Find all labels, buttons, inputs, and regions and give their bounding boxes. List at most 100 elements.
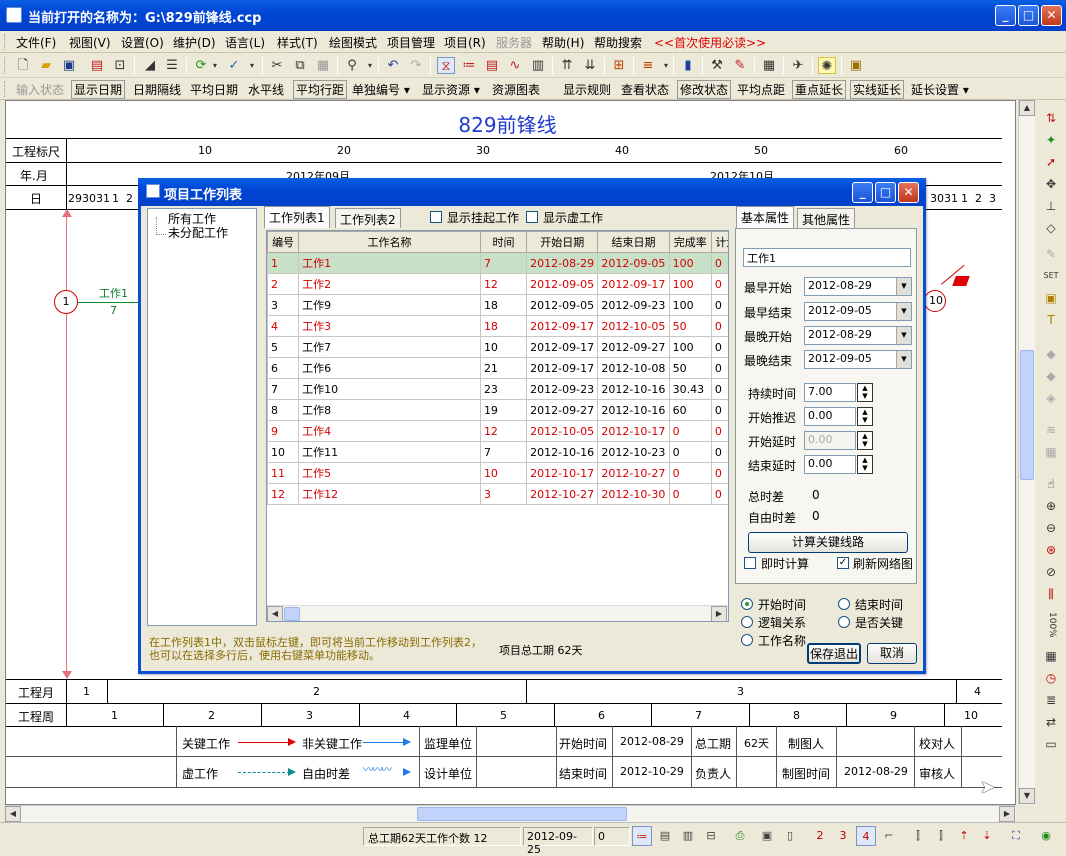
scroll-down-icon[interactable]: ▼ bbox=[1019, 788, 1035, 804]
view-table-icon[interactable]: ▥ bbox=[678, 826, 698, 846]
check-dropdown-icon[interactable]: ▾ bbox=[243, 57, 261, 74]
dialog-maximize-button[interactable]: □ bbox=[875, 182, 896, 203]
panel-icon[interactable]: ▭ bbox=[1040, 734, 1062, 754]
menu-server[interactable]: 服务器 bbox=[496, 34, 532, 51]
table-row[interactable]: 5 工作7 10 2012-09-17 2012-09-27 100 0 bbox=[267, 336, 728, 358]
btn-date-gridline[interactable]: 日期隔线 bbox=[133, 81, 181, 98]
table-row[interactable]: 7 工作10 23 2012-09-23 2012-10-16 30.43 0 bbox=[267, 378, 728, 400]
minimize-button[interactable]: _ bbox=[995, 5, 1016, 26]
tab-basic-props[interactable]: 基本属性 bbox=[736, 206, 795, 228]
scroll-left-icon[interactable]: ◀ bbox=[5, 806, 21, 822]
table-row[interactable]: 2 工作2 12 2012-09-05 2012-09-17 100 0 bbox=[267, 273, 728, 295]
align-down-icon[interactable]: ⇊ bbox=[581, 57, 599, 74]
curve-view-icon[interactable]: ∿ bbox=[506, 57, 524, 74]
baseline-icon[interactable]: ⌐ bbox=[879, 826, 899, 846]
library-icon[interactable]: ▮ bbox=[679, 57, 697, 74]
dur-field[interactable]: 7.00 bbox=[804, 383, 856, 402]
table-row[interactable]: 4 工作3 18 2012-09-17 2012-10-05 50 0 bbox=[267, 315, 728, 337]
redo-icon[interactable]: ↷ bbox=[407, 57, 425, 74]
list-icon[interactable]: ≣ bbox=[1040, 690, 1062, 710]
table-row[interactable]: 10 工作11 7 2012-10-16 2012-10-23 0 0 bbox=[267, 441, 728, 463]
menu-maintain[interactable]: 维护(D) bbox=[173, 34, 216, 51]
fullscreen-icon[interactable]: ⛶ bbox=[1006, 826, 1026, 846]
lag-start-spinner[interactable]: ▲ ▼ bbox=[857, 431, 873, 450]
menu-first-read[interactable]: <<首次使用必读>> bbox=[654, 34, 766, 51]
btn-show-date[interactable]: 显示日期 bbox=[71, 80, 126, 99]
delay-start-field[interactable]: 0.00 bbox=[804, 407, 856, 426]
tools-icon[interactable]: ⚒ bbox=[708, 57, 726, 74]
sort-critical-radio[interactable] bbox=[838, 616, 850, 628]
col-end[interactable]: 结束日期 bbox=[597, 231, 670, 253]
layer-up-icon[interactable]: ◆ bbox=[1040, 344, 1062, 364]
menu-help-search[interactable]: 帮助搜索 bbox=[594, 34, 642, 51]
table-row[interactable]: 12 工作12 3 2012-10-27 2012-10-30 0 0 bbox=[267, 483, 728, 505]
work-table[interactable]: 编号 工作名称 时间 开始日期 结束日期 完成率 计划 1工作172012-08… bbox=[266, 230, 729, 622]
sort-end-radio[interactable] bbox=[838, 598, 850, 610]
cancel-button[interactable]: 取消 bbox=[867, 643, 917, 664]
network-view-icon[interactable]: ⧖ bbox=[437, 57, 455, 74]
view-list-icon[interactable]: ▤ bbox=[655, 826, 675, 846]
layer-down-icon[interactable]: ◆ bbox=[1040, 366, 1062, 386]
sort-logic-radio[interactable] bbox=[741, 616, 753, 628]
brush-icon[interactable]: ✎ bbox=[1040, 244, 1062, 264]
lf-select[interactable]: 2012-09-05 ▼ bbox=[804, 350, 912, 369]
indent-icon[interactable]: ☰ bbox=[163, 57, 181, 74]
align-right-icon[interactable]: ⫿ bbox=[931, 826, 951, 846]
zoom-fit-icon[interactable]: ⊛ bbox=[1040, 540, 1062, 560]
menu-project[interactable]: 项目(R) bbox=[444, 34, 486, 51]
calc-critical-path-button[interactable]: 计算关键线路 bbox=[748, 532, 908, 553]
undo-icon[interactable]: ↶ bbox=[384, 57, 402, 74]
tree-unassigned[interactable]: 未分配工作 bbox=[168, 224, 228, 241]
menu-language[interactable]: 语言(L) bbox=[225, 34, 265, 51]
lock-icon[interactable]: ▣ bbox=[847, 57, 865, 74]
lag-start-field[interactable]: 0.00 bbox=[804, 431, 856, 450]
export-icon[interactable]: ▤ bbox=[88, 57, 106, 74]
close-button[interactable]: ✕ bbox=[1041, 5, 1062, 26]
set-icon[interactable]: SET bbox=[1040, 266, 1062, 286]
spell-check-icon[interactable]: ✓ bbox=[225, 57, 243, 74]
move-down-icon[interactable]: ⇣ bbox=[977, 826, 997, 846]
table-scroll-left-icon[interactable]: ◀ bbox=[267, 606, 283, 621]
draw-triangle-icon[interactable]: ◢ bbox=[141, 57, 159, 74]
zoom-in-icon[interactable]: ⊕ bbox=[1040, 496, 1062, 516]
view-network-icon[interactable]: ≔ bbox=[632, 826, 652, 846]
btn-avg-date[interactable]: 平均日期 bbox=[190, 81, 238, 98]
btn-show-rules[interactable]: 显示规则 bbox=[563, 81, 611, 98]
show-virtual-checkbox[interactable] bbox=[526, 211, 538, 223]
lag-end-field[interactable]: 0.00 bbox=[804, 455, 856, 474]
node-tool-icon[interactable]: ✦ bbox=[1040, 130, 1062, 150]
es-select[interactable]: 2012-08-29 ▼ bbox=[804, 277, 912, 296]
calendar-icon[interactable]: ▦ bbox=[760, 57, 778, 74]
btn-modify-status[interactable]: 修改状态 bbox=[677, 80, 732, 99]
tab-work-list-2[interactable]: 工作列表2 bbox=[335, 208, 401, 228]
col-id[interactable]: 编号 bbox=[267, 231, 300, 253]
select-arrow-icon[interactable]: ➚ bbox=[1040, 152, 1062, 172]
btn-avg-row-spacing[interactable]: 平均行距 bbox=[293, 80, 348, 99]
table-row[interactable]: 8 工作8 19 2012-09-27 2012-10-16 60 0 bbox=[267, 399, 728, 421]
refresh-dropdown-icon[interactable]: ▾ bbox=[206, 57, 224, 74]
save-icon[interactable]: ▣ bbox=[60, 57, 78, 74]
clock-icon[interactable]: ◷ bbox=[1040, 668, 1062, 688]
tab-other-props[interactable]: 其他属性 bbox=[797, 208, 856, 228]
text-icon[interactable]: T bbox=[1040, 310, 1062, 330]
refresh-net-checkbox[interactable]: ✓ bbox=[837, 557, 849, 569]
btn-show-resource[interactable]: 显示资源 ▾ bbox=[422, 81, 480, 98]
table-hscrollbar[interactable]: ◀ ▶ bbox=[267, 605, 728, 621]
table-scroll-thumb[interactable] bbox=[284, 607, 300, 621]
layers-icon[interactable]: ≡ bbox=[639, 57, 657, 74]
cut-icon[interactable]: ✂ bbox=[268, 57, 286, 74]
col-plan[interactable]: 计划 bbox=[710, 231, 728, 253]
find-dropdown-icon[interactable]: ▾ bbox=[361, 57, 379, 74]
table-scroll-right-icon[interactable]: ▶ bbox=[711, 606, 727, 621]
dur-spinner[interactable]: ▲ ▼ bbox=[857, 383, 873, 402]
printer-icon[interactable]: ⎙ bbox=[730, 826, 750, 846]
lag-end-spinner[interactable]: ▲ ▼ bbox=[857, 455, 873, 474]
menu-view[interactable]: 视图(V) bbox=[69, 34, 111, 51]
col-name[interactable]: 工作名称 bbox=[298, 231, 481, 253]
paste-icon[interactable]: ▦ bbox=[314, 57, 332, 74]
btn-single-number[interactable]: 单独编号 ▾ bbox=[352, 81, 410, 98]
btn-avg-point-spacing[interactable]: 平均点距 bbox=[737, 81, 785, 98]
menu-project-manage[interactable]: 项目管理 bbox=[387, 34, 435, 51]
btn-horizontal-line[interactable]: 水平线 bbox=[248, 81, 284, 98]
view-tree-icon[interactable]: ⊟ bbox=[701, 826, 721, 846]
